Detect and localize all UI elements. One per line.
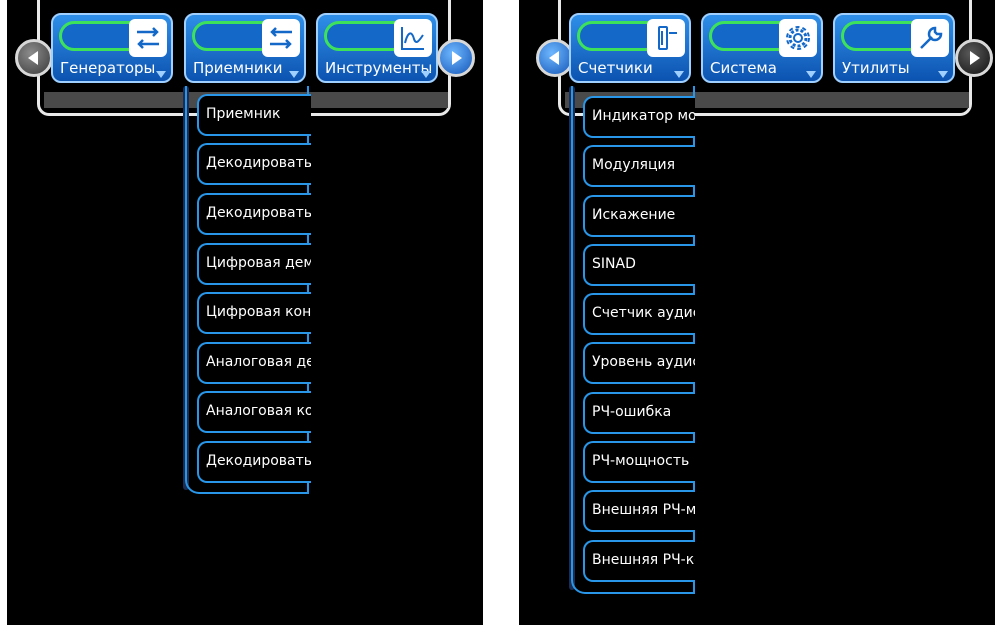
menu-item[interactable]: РЧ-мощность (583, 441, 695, 483)
menu-item[interactable]: Аналоговая де (197, 342, 311, 384)
wrench-icon (911, 19, 949, 57)
meter-icon (647, 19, 685, 57)
chevron-down-icon (421, 71, 431, 78)
tab-utilities[interactable]: Утилиты (833, 13, 955, 83)
chevron-down-icon (806, 71, 816, 78)
menu-item[interactable]: РЧ-ошибка (583, 392, 695, 434)
tab-label: Счетчики (578, 59, 653, 77)
tab-instruments[interactable]: Инструменты (316, 13, 438, 83)
menu-item[interactable]: Приемник (197, 94, 311, 136)
right-screen: Счетчики Система Утилиты Индикатор мо Мо… (519, 0, 995, 625)
tab-label: Инструменты (325, 59, 433, 77)
tab-system[interactable]: Система (701, 13, 823, 83)
menu-item[interactable]: SINAD (583, 244, 695, 286)
menu-item[interactable]: Декодировать (197, 143, 311, 185)
arrow-right-icon (970, 51, 980, 65)
menu-item[interactable]: Искажение (583, 195, 695, 237)
chevron-down-icon (674, 71, 684, 78)
chevron-down-icon (156, 71, 166, 78)
menu-item[interactable]: Счетчик аудис (583, 293, 695, 335)
menu-item[interactable]: Аналоговая ко (197, 391, 311, 433)
tab-label: Приемники (193, 59, 283, 77)
menu-item[interactable]: Уровень аудис (583, 342, 695, 384)
counters-dropdown-menu: Индикатор мо Модуляция Искажение SINAD С… (569, 86, 695, 594)
waveform-icon (394, 19, 432, 57)
menu-item[interactable]: Индикатор мо (583, 96, 695, 138)
scroll-left-button[interactable] (15, 39, 53, 77)
tab-receivers[interactable]: Приемники (184, 13, 306, 83)
arrow-left-icon (28, 51, 38, 65)
left-screen: Генераторы Приемники Инструменты Приемни… (7, 0, 483, 625)
menu-item[interactable]: Цифровая дем (197, 243, 311, 285)
arrow-left-icon (549, 51, 559, 65)
menu-item[interactable]: Цифровая кон (197, 292, 311, 334)
menu-item[interactable]: Модуляция (583, 145, 695, 187)
chevron-down-icon (938, 71, 948, 78)
menu-item[interactable]: Декодировать (197, 441, 311, 483)
scroll-right-button[interactable] (437, 39, 475, 77)
swap-arrows-icon (129, 19, 167, 57)
gear-icon (779, 19, 817, 57)
menu-item[interactable]: Внешняя РЧ-м (583, 490, 695, 532)
swap-arrows-icon (262, 19, 300, 57)
menu-item[interactable]: Внешняя РЧ-кс (583, 540, 695, 582)
tab-generators[interactable]: Генераторы (51, 13, 173, 83)
chevron-down-icon (289, 71, 299, 78)
tab-label: Система (710, 59, 777, 77)
menu-item[interactable]: Декодировать (197, 193, 311, 235)
tab-label: Утилиты (842, 59, 910, 77)
arrow-right-icon (452, 51, 462, 65)
scroll-right-button[interactable] (955, 39, 993, 77)
tab-label: Генераторы (60, 59, 156, 77)
receivers-dropdown-menu: Приемник Декодировать Декодировать Цифро… (183, 86, 311, 494)
tab-counters[interactable]: Счетчики (569, 13, 691, 83)
